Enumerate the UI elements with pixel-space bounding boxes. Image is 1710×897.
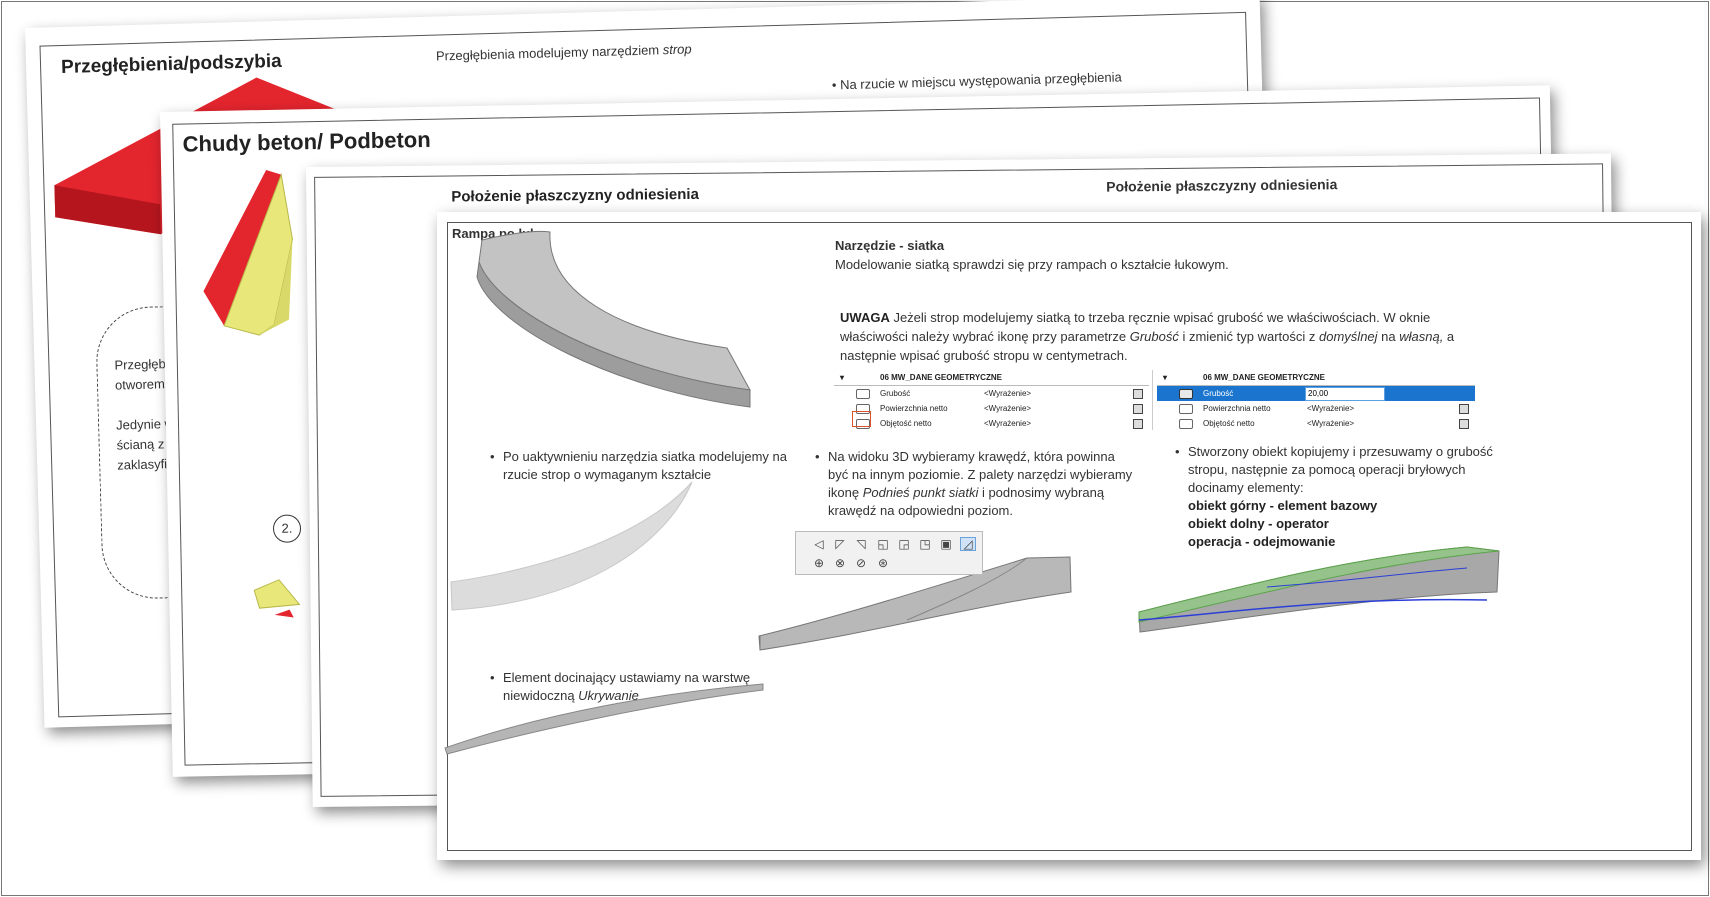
corner-icon[interactable]: ◲ — [897, 538, 911, 550]
adjust-elevation-icon[interactable]: ◁ — [812, 538, 826, 550]
merge-icon[interactable]: ⊘ — [854, 557, 868, 569]
slide-rampa-po-luku: Rampa po łuku Narzędzie - siatka Modelow… — [437, 212, 1701, 860]
mesh-edit-icon[interactable]: ⊗ — [833, 557, 847, 569]
offset-edge-icon[interactable]: ◹ — [854, 538, 868, 550]
bullet-emphasis: Podnieś punkt siatki — [862, 485, 979, 500]
raise-point-icon[interactable]: ◿ — [960, 537, 976, 551]
mesh-edit-toolbar: ◁ ◸ ◹ ◱ ◲ ◳ ▣ ◿ ⊕ ⊗ ⊘ ⊛ — [795, 531, 983, 575]
curved-ramp-3d — [476, 230, 751, 408]
curve-edge-icon[interactable]: ◸ — [833, 538, 847, 550]
boolean-ramp-3d — [1138, 546, 1500, 633]
insert-node-icon[interactable]: ⊕ — [812, 557, 826, 569]
boolean-line-2: obiekt dolny - operator — [1188, 516, 1329, 531]
rotate-icon[interactable]: ◳ — [918, 538, 932, 550]
boolean-line-1: obiekt górny - element bazowy — [1188, 498, 1378, 513]
bullet-text: Stworzony obiekt kopiujemy i przesuwamy … — [1188, 444, 1493, 495]
explode-icon[interactable]: ⊛ — [876, 557, 890, 569]
right-heading: Położenie płaszczyzny odniesienia — [1106, 176, 1338, 195]
bullet-emphasis: Ukrywanie — [578, 688, 639, 703]
bullet-hidden-layer: Element docinający ustawiamy na warstwę … — [490, 669, 803, 705]
bullet-mesh-plan: Po uaktywnieniu narzędzia siatka modeluj… — [490, 448, 803, 484]
split-icon[interactable]: ◱ — [876, 538, 890, 550]
mesh-plan-arc — [450, 481, 693, 611]
slide-title: Położenie płaszczyzny odniesienia — [451, 185, 699, 206]
bullet-boolean-ops: Stworzony obiekt kopiujemy i przesuwamy … — [1175, 443, 1523, 551]
boolean-line-3: operacja - odejmowanie — [1188, 534, 1336, 549]
add-point-icon[interactable]: ▣ — [939, 538, 953, 550]
bullet-raise-point: Na widoku 3D wybieramy krawędź, która po… — [815, 448, 1138, 520]
